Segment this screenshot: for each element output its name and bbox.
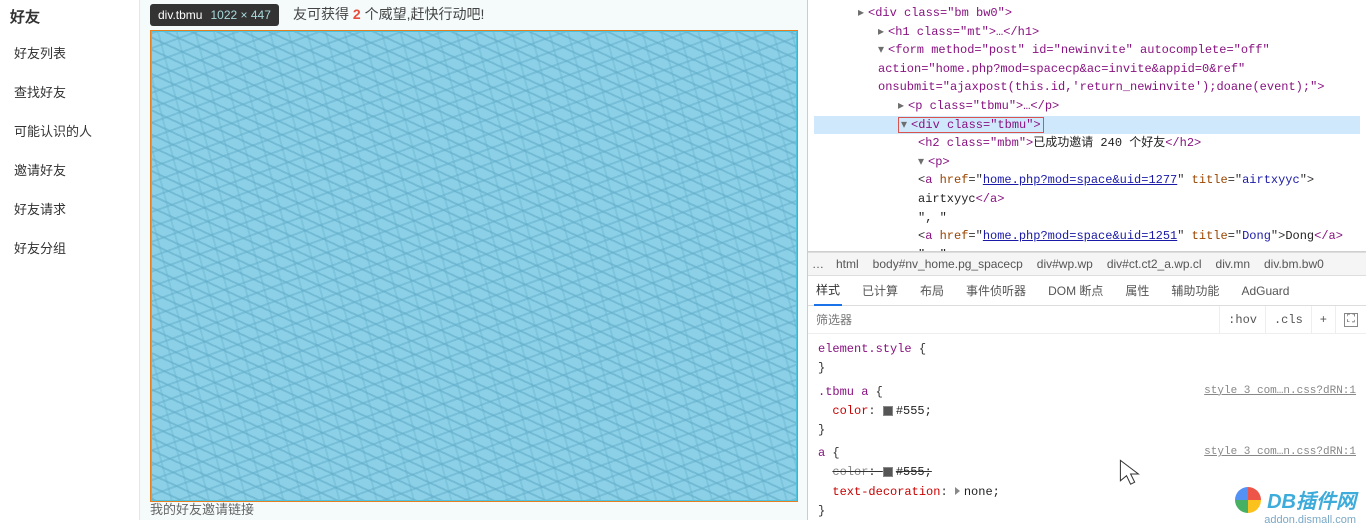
dom-node[interactable]: <h1 class="mt">…</h1> (888, 25, 1039, 39)
caret-down-icon[interactable]: ▾ (918, 153, 928, 172)
css-prop[interactable]: color (832, 404, 868, 418)
tab-dom-breakpoints[interactable]: DOM 断点 (1046, 276, 1105, 305)
dom-node-selected[interactable]: <div class="tbmu"> (911, 118, 1041, 132)
dom-attr: Dong (1242, 229, 1271, 243)
redaction-scribble (152, 32, 796, 500)
watermark-sub: addon.dismall.com (1264, 514, 1356, 526)
css-val[interactable]: #555; (896, 465, 932, 479)
cursor-icon (1117, 457, 1151, 494)
tooltip-dimensions: 1022 × 447 (210, 8, 270, 22)
inspected-element-highlight[interactable] (150, 30, 798, 502)
devtools-pane: ▸<div class="bm bw0"> ▸<h1 class="mt">…<… (808, 0, 1366, 520)
elements-panel[interactable]: ▸<div class="bm bw0"> ▸<h1 class="mt">…<… (808, 0, 1366, 252)
sidebar-item-friends-list[interactable]: 好友列表 (0, 33, 139, 72)
hov-toggle[interactable]: :hov (1219, 306, 1265, 333)
dom-node[interactable]: </h2> (1165, 136, 1201, 150)
new-style-rule-button[interactable]: + (1311, 306, 1335, 333)
tab-computed[interactable]: 已计算 (860, 276, 900, 305)
dom-node[interactable]: <div class="bm bw0"> (868, 6, 1012, 20)
watermark-text: DB插件网 (1267, 485, 1356, 514)
sidebar-item-may-know[interactable]: 可能认识的人 (0, 111, 139, 150)
caret-right-icon[interactable]: ▸ (878, 23, 888, 42)
crumb-bm[interactable]: div.bm.bw0 (1264, 257, 1324, 271)
breadcrumb[interactable]: … html body#nv_home.pg_spacecp div#wp.wp… (808, 252, 1366, 276)
crumb-body[interactable]: body#nv_home.pg_spacecp (873, 257, 1023, 271)
dom-text: ", " (918, 211, 947, 225)
tab-event-listeners[interactable]: 事件侦听器 (964, 276, 1028, 305)
tab-properties[interactable]: 属性 (1123, 276, 1151, 305)
dom-node[interactable]: <h2 class="mbm"> (918, 136, 1033, 150)
css-prop[interactable]: text-decoration (832, 485, 940, 499)
inspect-tooltip: div.tbmu 1022 × 447 (150, 4, 279, 26)
css-val[interactable]: #555; (896, 404, 932, 418)
css-val[interactable]: none; (964, 485, 1000, 499)
reward-prompt: 友可获得 2 个威望,赶快行动吧! (293, 4, 484, 24)
color-swatch-icon[interactable] (883, 467, 893, 477)
dom-node[interactable]: <p class="tbmu">…</p> (908, 99, 1059, 113)
css-source-link[interactable]: style 3 com…n.css?dRN:1 (1204, 444, 1356, 462)
disclosure-triangle-icon[interactable] (955, 487, 960, 495)
caret-right-icon[interactable]: ▸ (898, 97, 908, 116)
color-swatch-icon[interactable] (883, 406, 893, 416)
breadcrumb-overflow[interactable]: … (812, 257, 824, 271)
css-selector: .tbmu a (818, 385, 868, 399)
tab-styles[interactable]: 样式 (814, 275, 842, 306)
styles-filter-input[interactable] (808, 309, 1219, 331)
sidebar-item-groups[interactable]: 好友分组 (0, 228, 139, 267)
css-prop[interactable]: color (832, 465, 868, 479)
css-selector: element.style (818, 342, 912, 356)
prompt-prefix: 友可获得 (293, 6, 353, 22)
crumb-html[interactable]: html (836, 257, 859, 271)
sidebar-item-invite[interactable]: 邀请好友 (0, 150, 139, 189)
dom-node[interactable]: </a> (976, 192, 1005, 206)
dom-text: airtxyyc (918, 192, 976, 206)
page-left: 好友 好友列表 查找好友 可能认识的人 邀请好友 好友请求 好友分组 div.t… (0, 0, 808, 520)
dom-node[interactable]: <form method="post" id="newinvite" autoc… (878, 43, 1324, 94)
dom-text: Dong (1285, 229, 1314, 243)
styles-tabbar: 样式 已计算 布局 事件侦听器 DOM 断点 属性 辅助功能 AdGuard (808, 276, 1366, 306)
crumb-mn[interactable]: div.mn (1216, 257, 1250, 271)
style-rule-element[interactable]: element.style { } (818, 340, 1356, 378)
prompt-count: 2 (353, 6, 361, 22)
dom-node[interactable]: </a> (1314, 229, 1343, 243)
content-area: div.tbmu 1022 × 447 友可获得 2 个威望,赶快行动吧! 我的… (145, 0, 807, 520)
dom-node[interactable]: <p> (928, 155, 950, 169)
sidebar: 好友 好友列表 查找好友 可能认识的人 邀请好友 好友请求 好友分组 (0, 0, 140, 520)
sidebar-item-find-friends[interactable]: 查找好友 (0, 72, 139, 111)
caret-down-icon[interactable]: ▾ (901, 116, 911, 135)
toggle-common-rendering-icon[interactable]: ⛶ (1335, 306, 1366, 333)
caret-down-icon[interactable]: ▾ (878, 41, 888, 60)
cls-toggle[interactable]: .cls (1265, 306, 1311, 333)
dom-link-href[interactable]: home.php?mod=space&uid=1251 (983, 229, 1177, 243)
sidebar-item-requests[interactable]: 好友请求 (0, 189, 139, 228)
watermark: DB插件网 addon.dismall.com (1235, 485, 1356, 514)
tab-adguard[interactable]: AdGuard (1239, 278, 1291, 304)
prompt-suffix: 个威望,赶快行动吧! (361, 6, 485, 22)
dom-link-href[interactable]: home.php?mod=space&uid=1277 (983, 173, 1177, 187)
tab-layout[interactable]: 布局 (918, 276, 946, 305)
caret-right-icon[interactable]: ▸ (858, 4, 868, 23)
styles-filter-row: :hov .cls + ⛶ (808, 306, 1366, 334)
css-source-link[interactable]: style 3 com…n.css?dRN:1 (1204, 383, 1356, 401)
style-rule-tbmu-a[interactable]: style 3 com…n.css?dRN:1 .tbmu a { color:… (818, 383, 1356, 441)
dom-text: 已成功邀请 240 个好友 (1033, 136, 1165, 150)
dom-attr: airtxyyc (1242, 173, 1300, 187)
tooltip-selector: div.tbmu (158, 8, 202, 22)
watermark-logo-icon (1235, 487, 1261, 513)
sidebar-title: 好友 (0, 0, 139, 33)
crumb-wp[interactable]: div#wp.wp (1037, 257, 1093, 271)
tab-accessibility[interactable]: 辅助功能 (1169, 276, 1221, 305)
crumb-ct[interactable]: div#ct.ct2_a.wp.cl (1107, 257, 1202, 271)
